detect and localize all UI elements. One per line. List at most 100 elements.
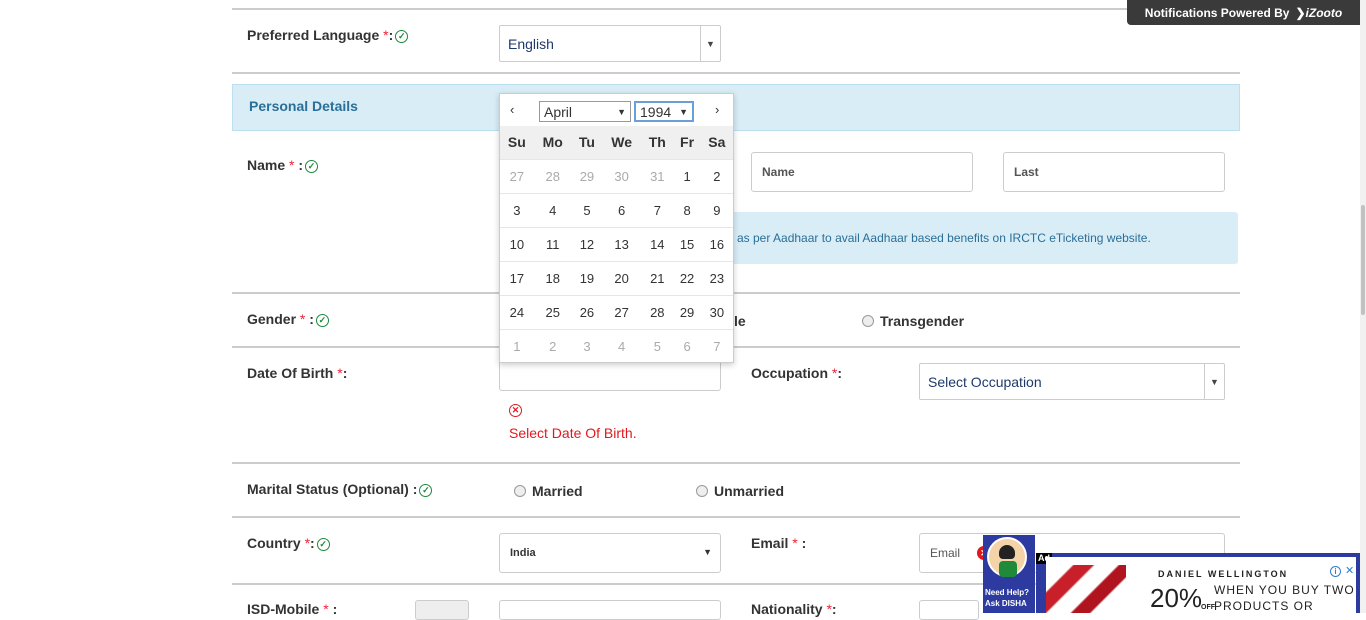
first-name-field[interactable]: Name: [751, 152, 973, 192]
calendar-day[interactable]: 1: [500, 328, 534, 363]
nationality-label: Nationality *:: [751, 601, 837, 617]
check-icon: ✓: [305, 160, 319, 173]
preferred-language-select[interactable]: English ▼: [499, 25, 721, 62]
notification-bar[interactable]: Notifications Powered By ❯ iZooto: [1127, 0, 1360, 25]
calendar-day[interactable]: 21: [641, 260, 674, 295]
country-label: Country *: ✓: [247, 535, 330, 551]
calendar-day[interactable]: 11: [533, 226, 572, 261]
ad-text: WHEN YOU BUY TWO: [1214, 583, 1355, 597]
weekday-header: Th: [641, 126, 674, 159]
calendar-day[interactable]: 29: [673, 294, 701, 329]
calendar-day[interactable]: 30: [700, 294, 733, 329]
calendar-day[interactable]: 4: [533, 192, 572, 227]
calendar-day[interactable]: 23: [700, 260, 733, 295]
marital-status-label: Marital Status (Optional) : ✓: [247, 481, 433, 497]
divider: [232, 516, 1240, 518]
country-value: India: [510, 547, 536, 559]
calendar-day[interactable]: 27: [500, 158, 534, 193]
caret-down-icon: ▼: [617, 106, 626, 117]
calendar-day[interactable]: 10: [500, 226, 534, 261]
dob-field[interactable]: [499, 360, 721, 391]
calendar-day[interactable]: 24: [500, 294, 534, 329]
calendar-day[interactable]: 16: [700, 226, 733, 261]
error-icon: ✕: [509, 404, 522, 417]
calendar-week-row: 27 28 29 30 31 1 2: [500, 158, 733, 193]
isd-mobile-label: ISD-Mobile * :: [247, 601, 338, 617]
nationality-select[interactable]: [919, 600, 979, 620]
name-label: Name * : ✓: [247, 157, 319, 173]
gender-option-female-partial[interactable]: le: [734, 313, 746, 329]
hair-shape: [999, 545, 1015, 559]
gender-label: Gender * : ✓: [247, 311, 329, 327]
radio-icon: [696, 485, 708, 497]
calendar-day[interactable]: 25: [533, 294, 572, 329]
weekday-header: Sa: [700, 126, 733, 159]
izooto-logo-icon: ❯: [1295, 5, 1306, 20]
calendar-day[interactable]: 19: [571, 260, 603, 295]
country-select[interactable]: India ▼: [499, 533, 721, 573]
calendar-week-row: 10 11 12 13 14 15 16: [500, 226, 733, 261]
next-month-icon[interactable]: ›: [715, 102, 719, 117]
weekday-row: Su Mo Tu We Th Fr Sa: [500, 126, 733, 159]
calendar-day[interactable]: 5: [571, 192, 603, 227]
calendar-day[interactable]: 14: [641, 226, 674, 261]
personal-details-header: Personal Details: [232, 84, 1240, 131]
calendar-day[interactable]: 28: [641, 294, 674, 329]
calendar-day[interactable]: 31: [641, 158, 674, 193]
calendar-day[interactable]: 6: [602, 192, 642, 227]
calendar-day[interactable]: 20: [602, 260, 642, 295]
calendar-day[interactable]: 22: [673, 260, 701, 295]
calendar-grid: Su Mo Tu We Th Fr Sa 27 28 29 30 31 1 2 3 4 5 6 7 8 9 10 11 12…: [500, 126, 733, 363]
year-value: 1994: [640, 103, 672, 120]
ribbon-graphic-icon: [1046, 565, 1126, 613]
placeholder: Name: [762, 165, 795, 179]
close-icon[interactable]: ✕: [1345, 564, 1354, 577]
calendar-day[interactable]: 5: [641, 328, 674, 363]
marital-radio-unmarried[interactable]: Unmarried: [696, 483, 784, 499]
calendar-day[interactable]: 27: [602, 294, 642, 329]
notification-brand: iZooto: [1305, 5, 1343, 20]
radio-icon: [862, 315, 874, 327]
calendar-day[interactable]: 6: [673, 328, 701, 363]
calendar-day[interactable]: 17: [500, 260, 534, 295]
calendar-day[interactable]: 8: [673, 192, 701, 227]
year-select[interactable]: 1994 ▼: [634, 101, 694, 122]
calendar-day[interactable]: 9: [700, 192, 733, 227]
calendar-day[interactable]: 3: [500, 192, 534, 227]
calendar-day[interactable]: 18: [533, 260, 572, 295]
scrollbar-thumb[interactable]: [1361, 205, 1365, 315]
calendar-week-row: 1234567: [500, 328, 733, 363]
calendar-day[interactable]: 2: [700, 158, 733, 193]
calendar-day[interactable]: 12: [571, 226, 603, 261]
calendar-day[interactable]: 4: [602, 328, 642, 363]
info-icon[interactable]: i: [1330, 566, 1341, 577]
calendar-day[interactable]: 28: [533, 158, 572, 193]
dress-shape: [999, 561, 1017, 577]
marital-radio-married[interactable]: Married: [514, 483, 583, 499]
calendar-day[interactable]: 7: [641, 192, 674, 227]
disha-help-widget[interactable]: Need Help? Ask DISHA: [983, 535, 1035, 613]
calendar-day[interactable]: 7: [700, 328, 733, 363]
mobile-field[interactable]: [499, 600, 721, 620]
ad-text: PRODUCTS OR MORE: [1214, 599, 1314, 613]
last-name-field[interactable]: Last: [1003, 152, 1225, 192]
calendar-day[interactable]: 30: [602, 158, 642, 193]
calendar-day[interactable]: 2: [533, 328, 572, 363]
datepicker-header: ‹ April ▼ 1994 ▼ ›: [500, 94, 733, 126]
month-value: April: [544, 103, 573, 120]
month-select[interactable]: April ▼: [539, 101, 631, 122]
calendar-day[interactable]: 26: [571, 294, 603, 329]
occupation-select[interactable]: Select Occupation ▼: [919, 363, 1225, 400]
calendar-week-row: 24 25 26 27 28 29 30: [500, 294, 733, 329]
calendar-day[interactable]: 13: [602, 226, 642, 261]
prev-month-icon[interactable]: ‹: [510, 102, 514, 117]
calendar-day[interactable]: 3: [571, 328, 603, 363]
gender-radio-transgender[interactable]: Transgender: [862, 313, 964, 329]
calendar-day[interactable]: 29: [571, 158, 603, 193]
check-icon: ✓: [316, 538, 330, 551]
isd-code-field[interactable]: [415, 600, 469, 620]
chevron-down-icon: ▼: [700, 26, 720, 61]
ad-banner[interactable]: Ad DANIEL WELLINGTON 20% OFF WHEN YOU BU…: [1036, 553, 1360, 613]
calendar-day[interactable]: 15: [673, 226, 701, 261]
calendar-day[interactable]: 1: [673, 158, 701, 193]
